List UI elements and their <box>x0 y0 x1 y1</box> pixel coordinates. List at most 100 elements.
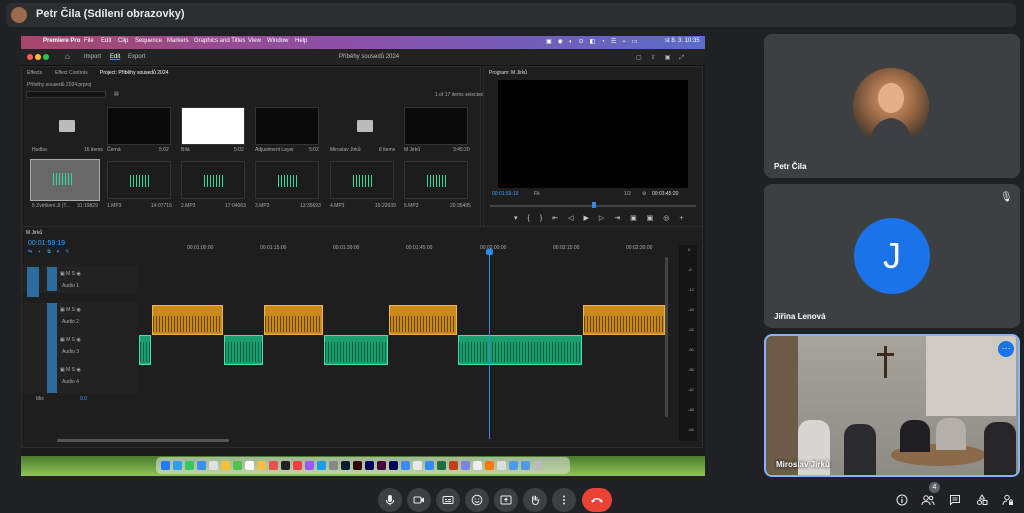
illustrator-icon[interactable] <box>353 461 362 470</box>
mic-button[interactable] <box>378 488 402 512</box>
menu-window[interactable]: Window <box>267 38 288 44</box>
minimize-window-icon[interactable] <box>35 54 41 60</box>
audio-clip[interactable] <box>389 305 457 335</box>
track-target[interactable] <box>47 333 57 363</box>
sequence-thumb-mjirku[interactable] <box>404 107 468 145</box>
chat-button[interactable] <box>948 493 962 507</box>
menu-markers[interactable]: Markers <box>167 38 189 44</box>
panel-tab-project[interactable]: Project: Příběhy sousedů 2024 <box>100 70 168 76</box>
audio-clip[interactable] <box>264 305 323 335</box>
transport-controls[interactable]: ▾{}⇤◁▶▷⇥▣▣◎+ <box>514 214 694 222</box>
camera-button[interactable] <box>407 488 431 512</box>
photoshop-icon[interactable] <box>341 461 350 470</box>
more-options-icon[interactable]: ⋯ <box>998 341 1014 357</box>
track-target[interactable] <box>47 363 57 393</box>
settings-icon[interactable] <box>329 461 338 470</box>
menu-sequence[interactable]: Sequence <box>135 38 162 44</box>
audio-thumb-selected[interactable] <box>30 159 100 201</box>
maps-icon[interactable] <box>209 461 218 470</box>
mix-value[interactable]: 0.0 <box>80 396 87 402</box>
menu-clip[interactable]: Clip <box>118 38 128 44</box>
podcasts-icon[interactable] <box>305 461 314 470</box>
trash-icon[interactable] <box>533 461 542 470</box>
notes-icon[interactable] <box>257 461 266 470</box>
track-controls[interactable]: ▣ M S ◉ <box>60 271 81 277</box>
messages-icon[interactable] <box>185 461 194 470</box>
audio-clip[interactable] <box>583 305 665 335</box>
zoom-window-icon[interactable] <box>43 54 49 60</box>
audio-thumb[interactable] <box>107 161 171 199</box>
clip-thumb-bila[interactable] <box>181 107 245 145</box>
music-icon[interactable] <box>293 461 302 470</box>
audio-clip[interactable] <box>152 305 223 335</box>
indesign-icon[interactable] <box>377 461 386 470</box>
clip-thumb-cerna[interactable] <box>107 107 171 145</box>
folder-dock-icon[interactable] <box>521 461 530 470</box>
timeline-playhead[interactable] <box>489 251 490 439</box>
resolution-dropdown[interactable]: 1/2 <box>624 191 631 197</box>
track-controls[interactable]: ▣ M S ◉ <box>60 367 81 373</box>
tab-export[interactable]: Export <box>128 54 145 60</box>
appstore-icon[interactable] <box>317 461 326 470</box>
menu-file[interactable]: File <box>84 38 94 44</box>
menu-view[interactable]: View <box>248 38 261 44</box>
powerpoint-icon[interactable] <box>449 461 458 470</box>
timeline-tool-icons[interactable]: ⇆◐⧉▾✎ <box>28 249 75 255</box>
menu-app[interactable]: Premiere Pro <box>43 38 80 44</box>
meeting-info-button[interactable] <box>895 493 909 507</box>
calendar-icon[interactable] <box>245 461 254 470</box>
tab-import[interactable]: Import <box>84 54 101 60</box>
photos-icon[interactable] <box>221 461 230 470</box>
audio-thumb[interactable] <box>255 161 319 199</box>
wrench-icon[interactable]: ⚙ <box>642 191 646 197</box>
timeline-v-scrollbar[interactable] <box>665 257 668 417</box>
menu-graphics[interactable]: Graphics and Titles <box>194 38 245 44</box>
leave-call-button[interactable] <box>582 488 612 512</box>
vlc-icon[interactable] <box>485 461 494 470</box>
word-icon[interactable] <box>425 461 434 470</box>
timeline-timecode[interactable]: 00:01:59:19 <box>28 240 65 247</box>
program-scrubber[interactable] <box>490 202 696 208</box>
program-timecode[interactable]: 00:01:59:19 <box>492 191 518 197</box>
track-controls[interactable]: ▣ M S ◉ <box>60 307 81 313</box>
mail-icon[interactable] <box>197 461 206 470</box>
new-bin-icon[interactable]: ▤ <box>114 91 119 97</box>
clip-thumb-adjustment[interactable] <box>255 107 319 145</box>
audio-thumb[interactable] <box>181 161 245 199</box>
premiere-icon[interactable] <box>365 461 374 470</box>
bin-thumb-hudba[interactable] <box>32 107 96 145</box>
textedit-icon[interactable] <box>497 461 506 470</box>
track-controls[interactable]: ▣ M S ◉ <box>60 337 81 343</box>
playhead-handle[interactable] <box>486 249 493 255</box>
more-button[interactable] <box>552 488 576 512</box>
audio-thumb[interactable] <box>404 161 468 199</box>
finder-icon[interactable] <box>161 461 170 470</box>
activities-button[interactable] <box>975 493 989 507</box>
audio-clip[interactable] <box>324 335 388 365</box>
facetime-icon[interactable] <box>233 461 242 470</box>
reminders-icon[interactable] <box>269 461 278 470</box>
program-playhead[interactable] <box>592 202 596 208</box>
track-header-audio-3[interactable]: ▣ M S ◉ Audio 3 <box>22 333 137 363</box>
track-header-audio-1[interactable]: ▣ M S ◉ Audio 1 <box>22 265 137 297</box>
track-target[interactable] <box>47 267 57 291</box>
tv-icon[interactable] <box>281 461 290 470</box>
bin-thumb-miroslav[interactable] <box>330 107 394 145</box>
host-controls-button[interactable] <box>1001 493 1015 507</box>
participant-tile-jirina[interactable]: 🎙 J Jiřina Lenová <box>764 184 1020 328</box>
teams-icon[interactable] <box>461 461 470 470</box>
close-window-icon[interactable] <box>27 54 33 60</box>
track-header-audio-4[interactable]: ▣ M S ◉ Audio 4 <box>22 363 137 393</box>
audio-thumb[interactable] <box>330 161 394 199</box>
panel-tab-effects[interactable]: Effects <box>27 70 42 76</box>
program-monitor-title[interactable]: Program: M Jirků <box>489 70 527 76</box>
audio-clip[interactable] <box>139 335 151 365</box>
preview-icon[interactable] <box>473 461 482 470</box>
fit-dropdown[interactable]: Fit <box>534 191 540 197</box>
header-action-icons[interactable]: ▢⇧▣⤢ <box>636 54 693 62</box>
panel-tab-effect-controls[interactable]: Effect Controls <box>55 70 88 76</box>
tab-edit[interactable]: Edit <box>110 54 120 60</box>
zoom-icon[interactable] <box>401 461 410 470</box>
timeline-h-scrollbar[interactable] <box>57 439 229 442</box>
participant-tile-miroslav[interactable]: ⋯ Miroslav Jirků <box>764 334 1020 477</box>
